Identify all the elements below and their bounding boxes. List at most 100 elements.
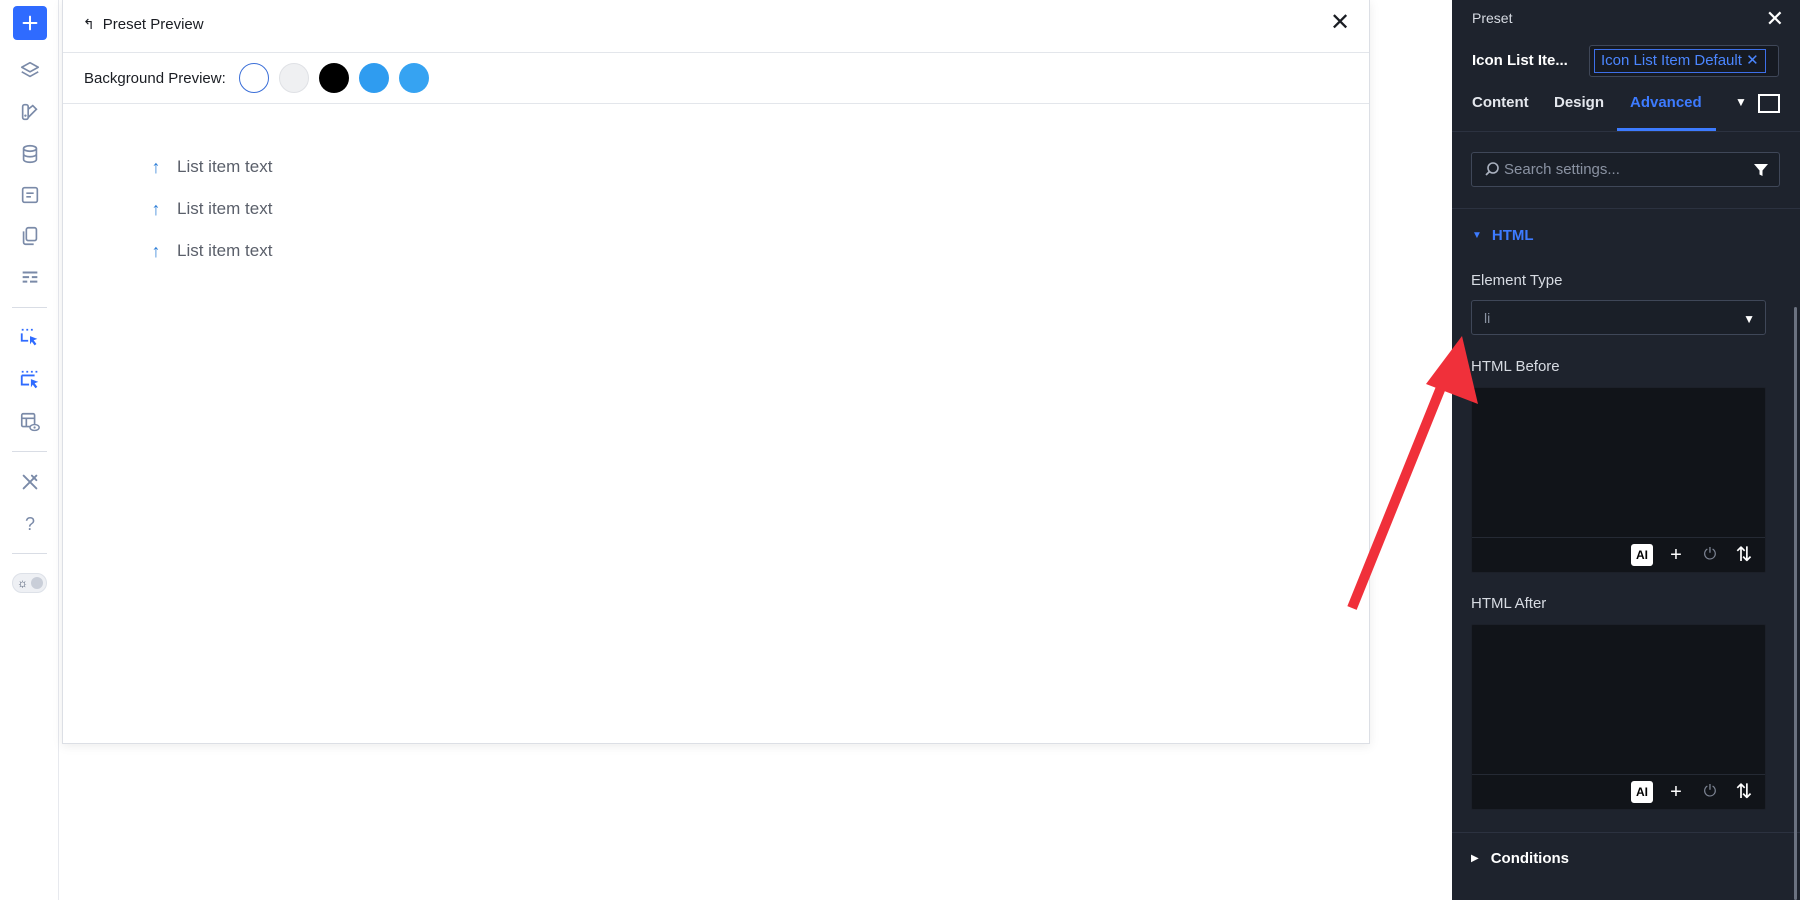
html-before-editor: AI + ⏻ ⇅: [1471, 387, 1766, 573]
preview-title: ↰ Preset Preview: [83, 16, 204, 33]
app-root: ? ☼ ↰ Preset Preview ✕ Background Previe…: [0, 0, 1800, 900]
element-select-active-icon: [20, 370, 39, 389]
editor-toolbar: AI + ⏻ ⇅: [1631, 781, 1755, 803]
toolbar-divider: [12, 307, 47, 308]
database-icon: [22, 144, 38, 164]
add-element-button[interactable]: [13, 6, 47, 40]
panel-close-button[interactable]: ✕: [1766, 6, 1784, 32]
ai-assist-button[interactable]: AI: [1631, 781, 1653, 803]
header-footer-button[interactable]: [13, 261, 47, 295]
swatch-blue[interactable]: [358, 63, 389, 93]
list-item: ↑ List item text: [148, 188, 273, 230]
form-button[interactable]: [13, 178, 47, 212]
preset-preview-modal: ↰ Preset Preview ✕ Background Preview: ↑…: [62, 0, 1370, 744]
theme-styles-icon: [21, 103, 38, 121]
tab-content[interactable]: Content: [1472, 94, 1529, 111]
preset-selector[interactable]: Icon List Item Default ✕: [1589, 45, 1779, 77]
layers-button[interactable]: [13, 53, 47, 87]
preview-close-button[interactable]: ✕: [1327, 10, 1353, 36]
html-after-editor: AI + ⏻ ⇅: [1471, 624, 1766, 810]
search-placeholder: Search settings...: [1504, 161, 1620, 178]
form-icon: [21, 186, 39, 204]
element-select-icon: [20, 328, 38, 346]
theme-toggle[interactable]: ☼: [12, 573, 47, 593]
pages-icon: [22, 226, 38, 246]
database-button[interactable]: [13, 137, 47, 171]
template-preview-button[interactable]: [13, 405, 47, 439]
pages-button[interactable]: [13, 219, 47, 253]
toolbar-divider: [12, 451, 47, 452]
filter-icon[interactable]: [1753, 162, 1769, 178]
help-icon: ?: [24, 513, 35, 534]
template-preview-icon: [20, 412, 40, 432]
conditions-title: Conditions: [1490, 850, 1570, 867]
power-icon[interactable]: ⏻: [1699, 544, 1721, 566]
background-preview-label: Background Preview:: [84, 69, 226, 87]
element-type-value: li: [1484, 310, 1491, 326]
list-item-text: List item text: [177, 241, 273, 260]
arrow-up-icon: ↑: [151, 240, 161, 261]
element-type-label: Element Type: [1471, 272, 1563, 289]
html-after-code-area[interactable]: [1472, 625, 1765, 775]
active-tab-indicator: [1617, 128, 1716, 131]
sort-icon[interactable]: ⇅: [1733, 781, 1755, 803]
tabs-dropdown-icon[interactable]: ▼: [1735, 95, 1747, 109]
left-toolbar: ? ☼: [0, 0, 59, 900]
element-name: Icon List Ite...: [1472, 52, 1568, 69]
swatch-light-grey[interactable]: [278, 63, 309, 93]
list-item-text: List item text: [177, 157, 273, 176]
power-icon[interactable]: ⏻: [1699, 781, 1721, 803]
panel-title: Preset: [1472, 10, 1513, 26]
back-arrow-icon[interactable]: ↰: [83, 16, 95, 33]
preset-chip[interactable]: Icon List Item Default ✕: [1594, 49, 1766, 73]
html-before-code-area[interactable]: [1472, 388, 1765, 538]
add-element-icon: [22, 15, 38, 31]
html-section-title: HTML: [1491, 227, 1534, 244]
settings-tools-button[interactable]: [13, 465, 47, 499]
settings-search-input[interactable]: Search settings...: [1471, 152, 1780, 187]
layers-icon: [20, 61, 40, 78]
responsive-view-icon[interactable]: [1758, 94, 1780, 113]
preview-header: ↰ Preset Preview ✕: [63, 0, 1369, 53]
html-after-label: HTML After: [1471, 595, 1547, 612]
insert-button[interactable]: +: [1665, 544, 1687, 566]
arrow-up-icon: ↑: [151, 156, 161, 177]
swatch-black[interactable]: [318, 63, 349, 93]
element-select-button[interactable]: [13, 321, 47, 355]
element-select-active-button[interactable]: [13, 363, 47, 397]
background-preview-bar: Background Preview:: [63, 53, 1369, 104]
panel-scrollbar[interactable]: [1794, 307, 1797, 900]
sort-icon[interactable]: ⇅: [1733, 544, 1755, 566]
sun-icon: ☼: [17, 576, 28, 590]
arrow-up-icon: ↑: [151, 198, 161, 219]
tab-design[interactable]: Design: [1554, 94, 1604, 111]
element-type-select[interactable]: li ▼: [1471, 300, 1766, 335]
theme-styles-button[interactable]: [13, 95, 47, 129]
html-before-label: HTML Before: [1471, 358, 1560, 375]
swatch-white[interactable]: [238, 63, 269, 93]
caret-right-icon: ▶: [1471, 853, 1479, 864]
header-footer-icon: [22, 271, 38, 283]
toggle-knob: [31, 577, 43, 589]
list-item-text: List item text: [177, 199, 273, 218]
swatch-light-blue[interactable]: [398, 63, 429, 93]
settings-tools-icon: [22, 474, 38, 490]
preset-settings-panel: Preset ✕ Icon List Ite... Icon List Item…: [1452, 0, 1800, 900]
section-divider: [1452, 208, 1800, 209]
conditions-section-toggle[interactable]: ▶ Conditions: [1471, 850, 1569, 867]
insert-button[interactable]: +: [1665, 781, 1687, 803]
help-button[interactable]: ?: [13, 507, 47, 541]
section-divider: [1452, 832, 1800, 833]
editor-toolbar: AI + ⏻ ⇅: [1631, 544, 1755, 566]
html-section-toggle[interactable]: ▼ HTML: [1472, 227, 1534, 244]
chevron-down-icon: ▼: [1743, 312, 1755, 326]
toolbar-divider: [12, 553, 47, 554]
caret-down-icon: ▼: [1472, 230, 1482, 241]
icon-list: ↑ List item text ↑ List item text ↑ List…: [148, 146, 273, 272]
tab-advanced[interactable]: Advanced: [1630, 94, 1702, 111]
search-icon: [1485, 162, 1499, 176]
panel-tabs: Content Design Advanced ▼: [1452, 86, 1800, 132]
preview-title-text: Preset Preview: [102, 16, 204, 33]
ai-assist-button[interactable]: AI: [1631, 544, 1653, 566]
list-item: ↑ List item text: [148, 146, 273, 188]
